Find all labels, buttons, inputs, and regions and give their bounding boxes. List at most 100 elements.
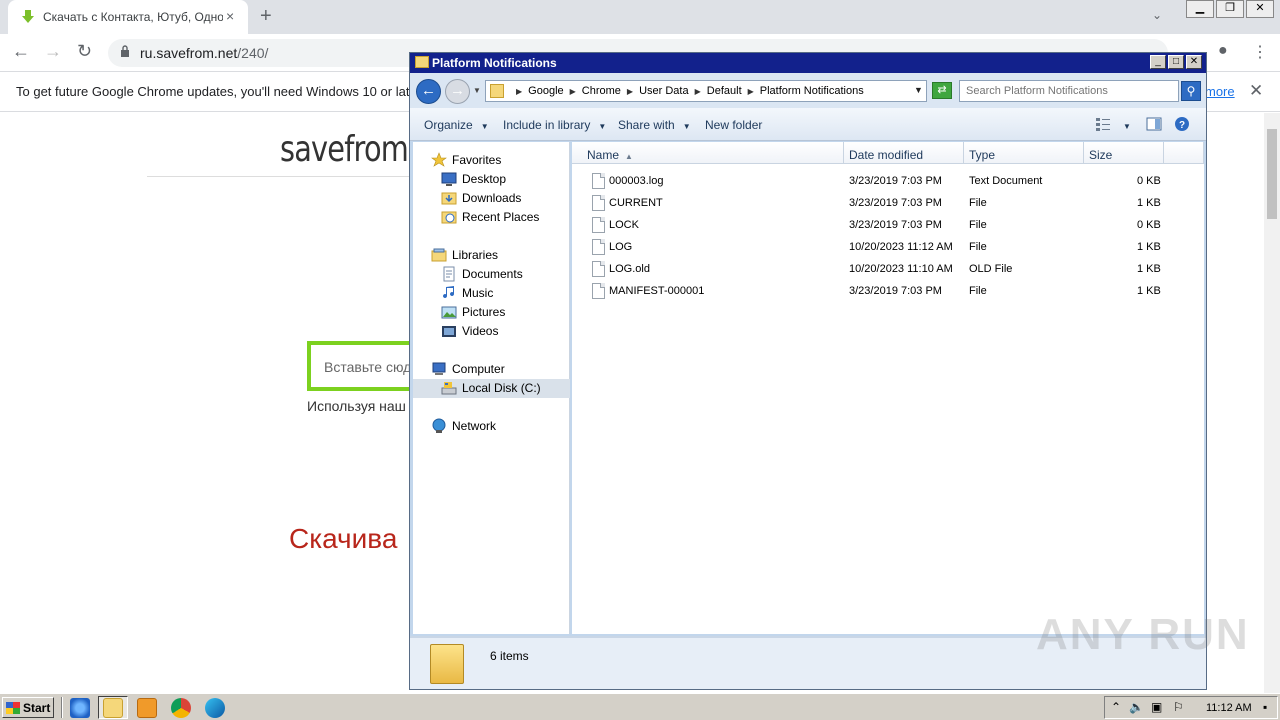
volume-icon[interactable]: 🔈	[1129, 700, 1144, 714]
start-button[interactable]: Start	[2, 697, 54, 718]
browser-tab[interactable]: Скачать с Контакта, Ютуб, Одноклассники …	[8, 0, 248, 34]
tab-close-icon[interactable]: ×	[226, 8, 234, 24]
page-scrollbar[interactable]	[1264, 113, 1280, 693]
nav-item-documents[interactable]: Documents	[441, 266, 523, 282]
breadcrumb-item[interactable]: ▶ Platform Notifications	[742, 85, 864, 97]
search-icon[interactable]: ⚲	[1181, 81, 1201, 101]
explorer-folder-icon[interactable]	[103, 698, 123, 718]
forward-arrow-icon[interactable]: →	[44, 41, 62, 62]
view-chevron-down-icon[interactable]: ▼	[1123, 118, 1131, 132]
lock-icon	[121, 45, 129, 57]
nav-item-label: Libraries	[452, 248, 499, 262]
share-with-button[interactable]: Share with ▼	[618, 118, 691, 132]
edge-icon[interactable]	[205, 698, 225, 718]
file-row[interactable]: MANIFEST-000001 3/23/2019 7:03 PM File 1…	[572, 281, 1204, 303]
nav-item-network[interactable]: Network	[431, 418, 496, 434]
action-center-flag-icon[interactable]: ⚐	[1173, 700, 1184, 714]
recent-pages-chevron-icon[interactable]: ▼	[473, 86, 481, 95]
clock[interactable]: 11:12 AM	[1206, 702, 1252, 714]
text-document-icon	[592, 173, 605, 189]
breadcrumb-item[interactable]: ▶ Google	[510, 85, 564, 97]
new-folder-button[interactable]: New folder	[705, 118, 762, 132]
file-icon	[592, 261, 605, 277]
breadcrumb-item[interactable]: ▶ User Data	[621, 85, 689, 97]
minimize-button[interactable]: ▁	[1186, 0, 1214, 18]
nav-item-label: Videos	[462, 324, 499, 338]
url-input[interactable]: Вставьте сюд	[307, 341, 417, 391]
scrollbar-thumb[interactable]	[1267, 129, 1277, 219]
file-row[interactable]: LOG.old 10/20/2023 11:10 AM OLD File 1 K…	[572, 259, 1204, 281]
organize-button[interactable]: Organize ▼	[424, 118, 489, 132]
forward-arrow-icon[interactable]: →	[445, 79, 470, 104]
help-icon[interactable]: ?	[1174, 116, 1190, 132]
file-name: CURRENT	[609, 197, 663, 209]
restore-button[interactable]: ❐	[1216, 0, 1244, 18]
infobar-close-icon[interactable]: ✕	[1249, 81, 1263, 101]
nav-item-computer[interactable]: Computer	[431, 361, 505, 377]
breadcrumb-label[interactable]: Google	[528, 85, 563, 97]
column-header-blank	[1164, 142, 1204, 164]
nav-item-videos[interactable]: Videos	[441, 323, 498, 339]
file-row[interactable]: CURRENT 3/23/2019 7:03 PM File 1 KB	[572, 193, 1204, 215]
nav-item-downloads[interactable]: Downloads	[441, 190, 521, 206]
show-hidden-icons-icon[interactable]: ⌃	[1111, 700, 1121, 714]
search-input[interactable]	[960, 81, 1156, 101]
network-status-icon[interactable]: ▣	[1151, 700, 1162, 714]
explorer-title-bar[interactable]: Platform Notifications _ □ ✕	[410, 53, 1206, 73]
nav-item-music[interactable]: Music	[441, 285, 493, 301]
tab-search-chevron-icon[interactable]: ⌄	[1152, 8, 1162, 22]
nav-item-desktop[interactable]: Desktop	[441, 171, 506, 187]
breadcrumb-label[interactable]: User Data	[639, 85, 689, 97]
file-row[interactable]: LOCK 3/23/2019 7:03 PM File 0 KB	[572, 215, 1204, 237]
column-header-name[interactable]: Name ▲	[572, 142, 844, 164]
view-options-icon[interactable]	[1095, 116, 1111, 132]
new-tab-button[interactable]: +	[260, 5, 272, 28]
close-button[interactable]: ✕	[1246, 0, 1274, 18]
breadcrumb-item[interactable]: ▶ Default	[689, 85, 742, 97]
breadcrumb-label[interactable]: Platform Notifications	[760, 85, 864, 97]
file-row[interactable]: 000003.log 3/23/2019 7:03 PM Text Docume…	[572, 171, 1204, 193]
nav-item-pictures[interactable]: Pictures	[441, 304, 505, 320]
chevron-right-icon[interactable]: ▶	[695, 87, 701, 96]
chevron-right-icon[interactable]: ▶	[516, 87, 522, 96]
back-arrow-icon[interactable]: ←	[12, 41, 30, 62]
column-header-type[interactable]: Type	[964, 142, 1084, 164]
chevron-right-icon[interactable]: ▶	[627, 87, 633, 96]
internet-explorer-icon[interactable]	[70, 698, 90, 718]
explorer-minimize-button[interactable]: _	[1150, 55, 1166, 69]
nav-item-favorites[interactable]: Favorites	[431, 152, 501, 168]
divider	[147, 176, 427, 177]
explorer-search-field[interactable]	[959, 80, 1179, 102]
breadcrumb-label[interactable]: Chrome	[582, 85, 621, 97]
chevron-right-icon[interactable]: ▶	[570, 87, 576, 96]
nav-item-recent-places[interactable]: Recent Places	[441, 209, 539, 225]
chrome-icon[interactable]	[171, 698, 191, 718]
sort-ascending-icon: ▲	[625, 152, 633, 161]
infobar-learn-more-link[interactable]: more	[1205, 84, 1235, 99]
breadcrumb-label[interactable]: Default	[707, 85, 742, 97]
nav-item-local-disk[interactable]: Local Disk (C:)	[441, 380, 541, 396]
file-row[interactable]: LOG 10/20/2023 11:12 AM File 1 KB	[572, 237, 1204, 259]
back-arrow-icon[interactable]: ←	[416, 79, 441, 104]
explorer-close-button[interactable]: ✕	[1186, 55, 1202, 69]
menu-dots-icon[interactable]: ⋮	[1252, 42, 1268, 62]
include-in-library-button[interactable]: Include in library ▼	[503, 118, 606, 132]
chevron-right-icon[interactable]: ▶	[748, 87, 754, 96]
tab-title: Скачать с Контакта, Ютуб, Одноклассники	[43, 10, 223, 24]
media-player-icon[interactable]	[137, 698, 157, 718]
breadcrumb-item[interactable]: ▶ Chrome	[564, 85, 621, 97]
file-type: OLD File	[969, 263, 1013, 275]
preview-pane-icon[interactable]	[1146, 116, 1162, 132]
address-dropdown-icon[interactable]: ▼	[914, 85, 923, 95]
column-header-size[interactable]: Size	[1084, 142, 1164, 164]
refresh-icon[interactable]: ⇄	[932, 82, 952, 99]
show-desktop-icon[interactable]: ▪	[1263, 700, 1267, 714]
column-header-date-modified[interactable]: Date modified	[844, 142, 964, 164]
nav-item-libraries[interactable]: Libraries	[431, 247, 498, 263]
savefrom-logo[interactable]: savefrom.	[280, 129, 417, 170]
explorer-address-bar[interactable]: ▶ Google ▶ Chrome ▶ User Data ▶ Default ▶ Pla…	[485, 80, 927, 102]
explorer-maximize-button[interactable]: □	[1168, 55, 1184, 69]
profile-avatar-icon[interactable]: ●	[1218, 42, 1228, 60]
reload-icon[interactable]: ↻	[77, 41, 92, 62]
file-type: Text Document	[969, 175, 1043, 187]
